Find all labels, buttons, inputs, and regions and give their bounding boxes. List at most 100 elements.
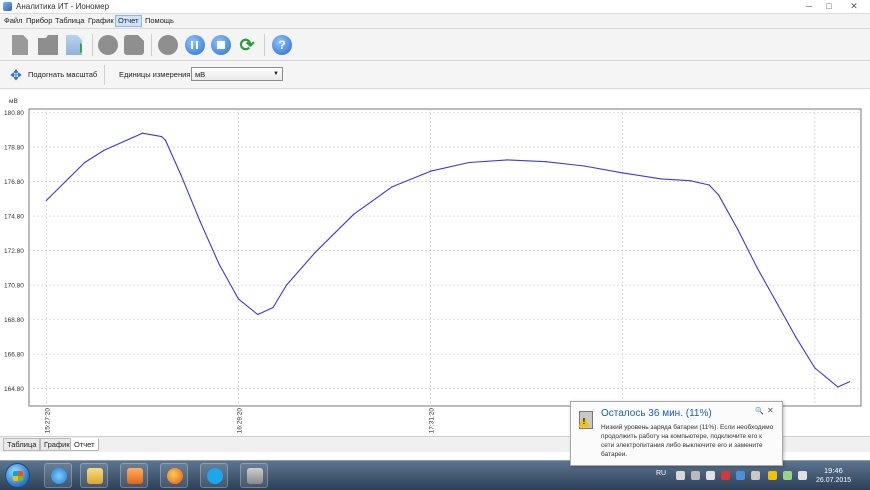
move-arrows-icon[interactable]: ✥ <box>9 68 23 82</box>
tray-skype-icon[interactable] <box>736 471 745 480</box>
language-indicator[interactable]: RU <box>656 470 666 477</box>
menu-device[interactable]: Прибор <box>24 15 54 27</box>
refresh-icon[interactable]: ⟳ <box>237 35 257 55</box>
stop-round-icon[interactable] <box>158 35 178 55</box>
data-point <box>468 161 470 164</box>
internet-explorer-icon[interactable] <box>44 463 72 488</box>
data-point <box>161 136 163 138</box>
chart-controls-bar: ✥ Подогнать масштаб Единицы измерения: м… <box>0 61 870 89</box>
menu-report[interactable]: Отчет <box>115 15 142 27</box>
notification-title: Осталось 36 мин. (11%) <box>601 408 712 419</box>
battery-warning-icon[interactable] <box>768 471 777 480</box>
menu-chart[interactable]: График <box>86 15 116 27</box>
x-tick-label: 15:27:20 <box>44 408 51 434</box>
toolbar-separator <box>151 34 152 56</box>
data-point <box>795 336 797 338</box>
units-label: Единицы измерения: <box>119 70 193 79</box>
y-tick-label: 172.80 <box>4 248 24 255</box>
volume-icon[interactable] <box>798 471 807 480</box>
tab-chart[interactable]: График <box>40 438 74 451</box>
menu-file[interactable]: Файл <box>2 15 24 27</box>
close-button[interactable]: ✕ <box>840 0 868 12</box>
tray-signal-icon[interactable] <box>783 471 792 480</box>
data-point <box>164 139 166 141</box>
x-tick-label: 17:31:20 <box>429 408 436 434</box>
tab-table[interactable]: Таблица <box>3 438 41 451</box>
y-tick-label: 164.80 <box>4 386 24 393</box>
save-icon[interactable] <box>124 35 144 55</box>
start-button[interactable] <box>5 463 30 488</box>
data-point <box>391 186 393 188</box>
skype-icon[interactable] <box>200 463 228 488</box>
data-point <box>218 263 220 265</box>
tray-window-icon[interactable] <box>706 471 715 480</box>
data-point <box>622 172 624 174</box>
chevron-down-icon[interactable]: ▼ <box>271 69 281 79</box>
data-point <box>545 161 547 163</box>
tray-security-icon[interactable] <box>721 471 730 480</box>
data-point <box>353 213 355 215</box>
open-folder-icon[interactable] <box>38 35 58 55</box>
x-tick-label: 16:29:20 <box>236 408 243 434</box>
analytics-app-icon[interactable] <box>240 463 268 488</box>
new-document-icon[interactable] <box>12 35 28 55</box>
toolbar-separator <box>92 34 93 56</box>
battery-notification[interactable]: Осталось 36 мин. (11%) 🔍 ✕ Низкий уровен… <box>570 401 783 466</box>
y-tick-label: 174.80 <box>4 214 24 221</box>
data-point <box>64 180 67 183</box>
maximize-button[interactable]: □ <box>820 0 838 12</box>
toolbar-separator <box>104 65 105 85</box>
tab-report[interactable]: Отчет <box>70 438 99 451</box>
magnifier-icon[interactable]: 🔍 <box>755 407 764 415</box>
firefox-icon[interactable] <box>160 463 188 488</box>
pause-icon[interactable] <box>185 35 205 55</box>
data-point <box>837 386 839 388</box>
data-point <box>237 298 239 300</box>
stop-icon[interactable] <box>211 35 231 55</box>
tray-app-icon[interactable] <box>676 471 685 480</box>
y-tick-label: 180.80 <box>4 110 24 117</box>
units-value: мВ <box>195 70 206 79</box>
data-point <box>257 313 259 316</box>
record-icon[interactable] <box>98 35 118 55</box>
minimize-button[interactable]: ─ <box>800 0 818 12</box>
menu-bar: Файл Прибор Таблица График Отчет Помощь <box>0 14 870 29</box>
file-explorer-icon[interactable] <box>80 463 108 488</box>
chart-panel: 164.80 166.80 168.80 170.80 172.80 174.80 176.… <box>0 90 870 436</box>
media-player-icon[interactable] <box>120 463 148 488</box>
fit-scale-button[interactable]: Подогнать масштаб <box>28 70 97 79</box>
y-tick-label: 166.80 <box>4 352 24 359</box>
title-bar: Аналитика ИТ - Иономер ─ □ ✕ <box>0 0 870 14</box>
chart: 164.80 166.80 168.80 170.80 172.80 174.80 176.… <box>4 98 862 434</box>
y-tick-label: 176.80 <box>4 179 24 186</box>
app-icon <box>3 2 12 11</box>
close-icon[interactable]: ✕ <box>767 406 774 415</box>
tray-monitor-icon[interactable] <box>691 471 700 480</box>
help-icon[interactable]: ? <box>272 35 292 55</box>
plot-frame <box>28 108 862 407</box>
data-point <box>756 267 758 269</box>
data-point <box>848 381 851 383</box>
data-point <box>718 194 720 196</box>
clock-date[interactable]: 26.07.2015 <box>816 477 851 484</box>
data-point <box>708 184 710 186</box>
data-point <box>314 251 316 253</box>
data-point <box>141 132 143 134</box>
y-tick-label: 170.80 <box>4 283 24 290</box>
data-point <box>689 180 691 182</box>
data-point <box>775 301 778 303</box>
menu-table[interactable]: Таблица <box>53 15 86 27</box>
data-point <box>285 284 288 286</box>
data-point <box>583 165 585 167</box>
export-icon[interactable] <box>66 35 82 55</box>
data-point <box>660 178 662 180</box>
toolbar-separator <box>264 34 265 56</box>
battery-warning-icon <box>579 411 593 429</box>
clock-time[interactable]: 19:46 <box>824 466 843 475</box>
units-select[interactable]: мВ ▼ <box>191 67 283 81</box>
menu-help[interactable]: Помощь <box>143 15 176 27</box>
data-point <box>272 307 274 309</box>
tray-network-icon[interactable] <box>751 471 760 480</box>
data-point <box>199 220 201 222</box>
y-tick-label: 168.80 <box>4 317 24 324</box>
